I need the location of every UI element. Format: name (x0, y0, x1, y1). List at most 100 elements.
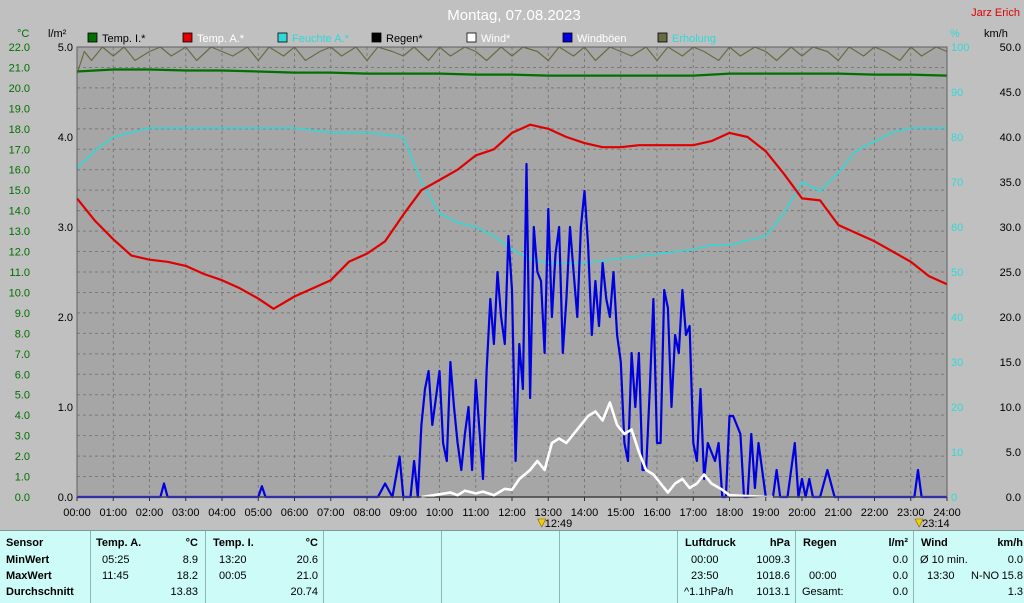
wind-unit-label: km/h (984, 28, 1008, 40)
temp-i-max-value: 21.0 (296, 570, 318, 582)
temp-tick-label: 8.0 (15, 328, 30, 340)
temp-a-min-value: 8.9 (182, 554, 198, 566)
temp-a-unit: °C (185, 537, 198, 549)
rain-header: Regen (803, 537, 837, 549)
rain-column: Regen l/m² 0.0 00:00 0.0 Gesamt: 0.0 (795, 531, 914, 603)
time-tick-label: 02:00 (136, 507, 164, 519)
pressure-min-value: 1009.3 (756, 554, 790, 566)
time-tick-label: 05:00 (244, 507, 272, 519)
temp-tick-label: 13.0 (9, 226, 30, 238)
temp-tick-label: 14.0 (9, 206, 30, 218)
legend-label: Temp. A.* (197, 33, 245, 45)
wind-tick-label: 30.0 (1000, 222, 1021, 234)
humidity-tick-label: 50 (951, 267, 963, 279)
temp-i-min-value: 20.6 (296, 554, 318, 566)
sensor-header: Sensor (6, 537, 44, 549)
author-label: Jarz Erich (971, 7, 1020, 19)
temp-i-max-time: 00:05 (219, 570, 247, 582)
wind-tick-label: 45.0 (1000, 87, 1021, 99)
wind-avg-value: 1.3 (1007, 586, 1023, 598)
weather-chart: 0.0 1.0 2.0 3.0 4.0 5.0 6.0 7.0 8.0 9.0 10.0 11.0 12… (9, 7, 1021, 530)
time-tick-label: 23:00 (897, 507, 925, 519)
temp-tick-label: 19.0 (9, 103, 30, 115)
rain-tick-label: 3.0 (58, 222, 73, 234)
temp-axis-ticks: 0.0 1.0 2.0 3.0 4.0 5.0 6.0 7.0 8.0 9.0 10.0 11.0 12… (9, 42, 30, 504)
wind-tick-label: 50.0 (1000, 42, 1021, 54)
wind-tick-label: 40.0 (1000, 132, 1021, 144)
temp-tick-label: 20.0 (9, 83, 30, 95)
temp-tick-label: 18.0 (9, 124, 30, 136)
time-tick-label: 15:00 (607, 507, 635, 519)
row-label-min: MinWert (6, 554, 50, 566)
sensor-column: Sensor MinWert MaxWert Durchschnitt (0, 531, 90, 603)
wind-tick-label: 10.0 (1000, 402, 1021, 414)
rain-min-value: 0.0 (892, 554, 908, 566)
empty-column-2 (441, 531, 560, 603)
time-tick-label: 12:00 (498, 507, 526, 519)
legend-swatch (87, 32, 98, 43)
temp-tick-label: 3.0 (15, 431, 30, 443)
time-tick-label: 01:00 (99, 507, 127, 519)
temp-a-min-time: 05:25 (102, 554, 130, 566)
time-tick-label: 03:00 (172, 507, 200, 519)
rain-unit: l/m² (888, 537, 908, 549)
time-tick-label: 16:00 (643, 507, 671, 519)
wind-tick-label: 5.0 (1006, 447, 1021, 459)
temp-unit-label: °C (17, 28, 29, 40)
temp-tick-label: 1.0 (15, 472, 30, 484)
time-tick-label: 18:00 (716, 507, 744, 519)
time-tick-label: 06:00 (281, 507, 309, 519)
wind-max-direction: N-NO (971, 570, 1000, 582)
wind-tick-label: 0.0 (1006, 492, 1021, 504)
legend-swatch (466, 32, 477, 43)
humidity-unit-label: % (950, 28, 960, 40)
temp-a-max-value: 18.2 (176, 570, 198, 582)
row-label-avg: Durchschnitt (6, 586, 74, 598)
rain-tick-label: 5.0 (58, 42, 73, 54)
time-tick-label: 21:00 (824, 507, 852, 519)
temp-a-header: Temp. A. (96, 537, 142, 549)
time-tick-label: 14:00 (571, 507, 599, 519)
wind-max-time: 13:30 (927, 570, 955, 582)
wind-tick-label: 20.0 (1000, 312, 1021, 324)
rain-max-time: 00:00 (809, 570, 837, 582)
humidity-tick-label: 20 (951, 402, 963, 414)
empty-column-3 (559, 531, 678, 603)
temp-tick-label: 7.0 (15, 349, 30, 361)
rain-unit-label: l/m² (48, 28, 67, 40)
rain-tick-label: 2.0 (58, 312, 73, 324)
temp-i-avg-value: 20.74 (290, 586, 318, 598)
pressure-max-time: 23:50 (691, 570, 719, 582)
temp-a-avg-value: 13.83 (170, 586, 198, 598)
time-tick-label: 19:00 (752, 507, 780, 519)
pressure-column: Luftdruck hPa 00:00 1009.3 23:50 1018.6 … (677, 531, 796, 603)
temp-tick-label: 22.0 (9, 42, 30, 54)
humidity-tick-label: 40 (951, 312, 963, 324)
time-tick-label: 22:00 (861, 507, 889, 519)
temp-tick-label: 17.0 (9, 144, 30, 156)
row-label-max: MaxWert (6, 570, 52, 582)
temp-tick-label: 2.0 (15, 451, 30, 463)
rain-axis-ticks: 0.0 1.0 2.0 3.0 4.0 5.0 (58, 42, 73, 504)
humidity-tick-label: 100 (951, 42, 969, 54)
temp-a-column: Temp. A. °C 05:25 8.9 11:45 18.2 13.83 (90, 531, 206, 603)
time-tick-label: 10:00 (426, 507, 454, 519)
legend: Temp. I.* Temp. A.* Feuchte A.* Regen* Wind*… (87, 32, 716, 45)
temp-tick-label: 4.0 (15, 410, 30, 422)
time-tick-label: 08:00 (353, 507, 381, 519)
time-markers: 12:49 23:14 (537, 518, 950, 530)
legend-label: Windböen (577, 33, 627, 45)
legend-swatch (657, 32, 668, 43)
time-tick-label: 04:00 (208, 507, 236, 519)
marker-label: 12:49 (545, 518, 573, 530)
humidity-tick-label: 80 (951, 132, 963, 144)
temp-tick-label: 16.0 (9, 165, 30, 177)
humidity-tick-label: 0 (951, 492, 957, 504)
wind-header: Wind (921, 537, 948, 549)
stats-panel: Sensor MinWert MaxWert Durchschnitt Temp… (0, 530, 1024, 603)
humidity-tick-label: 70 (951, 177, 963, 189)
rain-total-value: 0.0 (892, 586, 908, 598)
legend-swatch (182, 32, 193, 43)
humidity-axis-ticks: 0 10 20 30 40 50 60 70 80 90 100 (951, 42, 969, 504)
wind-avg10-label: Ø 10 min. (920, 554, 968, 566)
